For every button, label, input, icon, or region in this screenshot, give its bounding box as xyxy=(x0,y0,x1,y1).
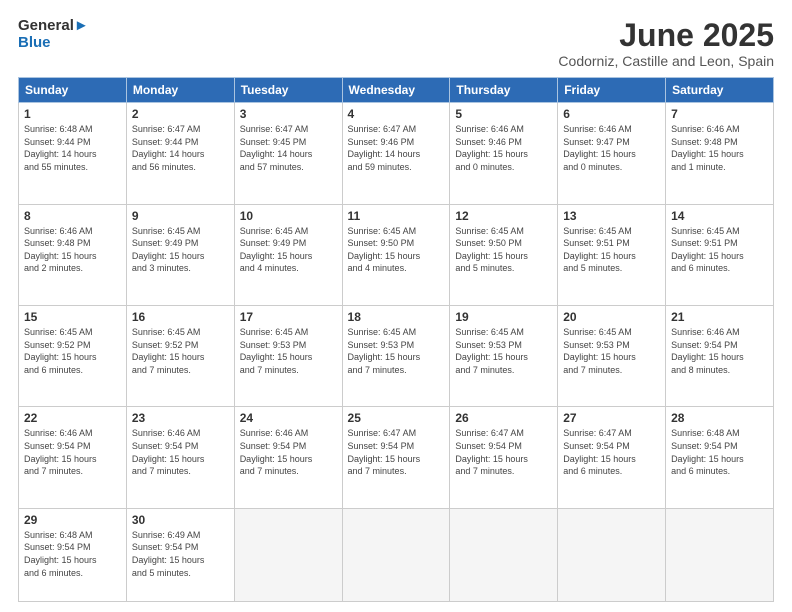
table-row: 24Sunrise: 6:46 AMSunset: 9:54 PMDayligh… xyxy=(234,407,342,508)
col-sunday: Sunday xyxy=(19,78,127,103)
col-tuesday: Tuesday xyxy=(234,78,342,103)
table-row: 21Sunrise: 6:46 AMSunset: 9:54 PMDayligh… xyxy=(666,305,774,406)
table-row: 15Sunrise: 6:45 AMSunset: 9:52 PMDayligh… xyxy=(19,305,127,406)
table-row xyxy=(234,508,342,601)
table-row: 23Sunrise: 6:46 AMSunset: 9:54 PMDayligh… xyxy=(126,407,234,508)
table-row: 26Sunrise: 6:47 AMSunset: 9:54 PMDayligh… xyxy=(450,407,558,508)
table-row: 30Sunrise: 6:49 AMSunset: 9:54 PMDayligh… xyxy=(126,508,234,601)
col-monday: Monday xyxy=(126,78,234,103)
page: General► Blue June 2025 Codorniz, Castil… xyxy=(0,0,792,612)
table-row: 8Sunrise: 6:46 AMSunset: 9:48 PMDaylight… xyxy=(19,204,127,305)
table-row xyxy=(450,508,558,601)
table-row: 6Sunrise: 6:46 AMSunset: 9:47 PMDaylight… xyxy=(558,103,666,204)
month-title: June 2025 xyxy=(558,18,774,53)
table-row xyxy=(342,508,450,601)
table-row: 28Sunrise: 6:48 AMSunset: 9:54 PMDayligh… xyxy=(666,407,774,508)
table-row: 4Sunrise: 6:47 AMSunset: 9:46 PMDaylight… xyxy=(342,103,450,204)
table-row: 29Sunrise: 6:48 AMSunset: 9:54 PMDayligh… xyxy=(19,508,127,601)
table-row: 18Sunrise: 6:45 AMSunset: 9:53 PMDayligh… xyxy=(342,305,450,406)
table-row: 13Sunrise: 6:45 AMSunset: 9:51 PMDayligh… xyxy=(558,204,666,305)
header-row: Sunday Monday Tuesday Wednesday Thursday… xyxy=(19,78,774,103)
header: General► Blue June 2025 Codorniz, Castil… xyxy=(18,18,774,69)
table-row: 20Sunrise: 6:45 AMSunset: 9:53 PMDayligh… xyxy=(558,305,666,406)
table-row: 16Sunrise: 6:45 AMSunset: 9:52 PMDayligh… xyxy=(126,305,234,406)
table-row: 25Sunrise: 6:47 AMSunset: 9:54 PMDayligh… xyxy=(342,407,450,508)
table-row: 10Sunrise: 6:45 AMSunset: 9:49 PMDayligh… xyxy=(234,204,342,305)
table-row: 11Sunrise: 6:45 AMSunset: 9:50 PMDayligh… xyxy=(342,204,450,305)
table-row: 7Sunrise: 6:46 AMSunset: 9:48 PMDaylight… xyxy=(666,103,774,204)
table-row: 3Sunrise: 6:47 AMSunset: 9:45 PMDaylight… xyxy=(234,103,342,204)
title-block: June 2025 Codorniz, Castille and Leon, S… xyxy=(558,18,774,69)
table-row xyxy=(558,508,666,601)
table-row: 1Sunrise: 6:48 AMSunset: 9:44 PMDaylight… xyxy=(19,103,127,204)
table-row: 14Sunrise: 6:45 AMSunset: 9:51 PMDayligh… xyxy=(666,204,774,305)
table-row: 17Sunrise: 6:45 AMSunset: 9:53 PMDayligh… xyxy=(234,305,342,406)
table-row: 2Sunrise: 6:47 AMSunset: 9:44 PMDaylight… xyxy=(126,103,234,204)
table-row: 27Sunrise: 6:47 AMSunset: 9:54 PMDayligh… xyxy=(558,407,666,508)
table-row: 9Sunrise: 6:45 AMSunset: 9:49 PMDaylight… xyxy=(126,204,234,305)
table-row: 5Sunrise: 6:46 AMSunset: 9:46 PMDaylight… xyxy=(450,103,558,204)
calendar-table: Sunday Monday Tuesday Wednesday Thursday… xyxy=(18,77,774,602)
table-row: 12Sunrise: 6:45 AMSunset: 9:50 PMDayligh… xyxy=(450,204,558,305)
table-row: 19Sunrise: 6:45 AMSunset: 9:53 PMDayligh… xyxy=(450,305,558,406)
location-title: Codorniz, Castille and Leon, Spain xyxy=(558,53,774,69)
col-thursday: Thursday xyxy=(450,78,558,103)
logo: General► Blue xyxy=(18,18,89,51)
col-wednesday: Wednesday xyxy=(342,78,450,103)
table-row: 22Sunrise: 6:46 AMSunset: 9:54 PMDayligh… xyxy=(19,407,127,508)
col-friday: Friday xyxy=(558,78,666,103)
table-row xyxy=(666,508,774,601)
col-saturday: Saturday xyxy=(666,78,774,103)
